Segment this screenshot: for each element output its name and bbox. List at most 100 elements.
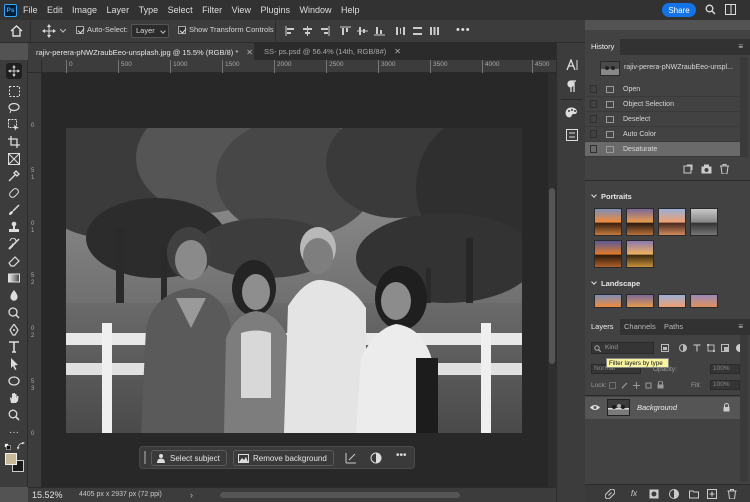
menu-view[interactable]: View [232,5,251,15]
new-layer-icon[interactable] [707,489,717,499]
brush-tool-icon[interactable] [6,202,22,218]
layer-row-background[interactable]: Background [585,397,740,419]
properties-panel-icon[interactable] [564,127,579,142]
filter-adjustment-icon[interactable] [679,344,687,352]
color-panel-icon[interactable] [564,105,579,120]
close-icon[interactable]: ✕ [394,47,401,56]
layer-style-icon[interactable]: fx [629,488,639,498]
foreground-color-swatch[interactable] [5,453,17,465]
layer-name[interactable]: Background [637,403,677,412]
hand-tool-icon[interactable] [6,390,22,406]
more-tools-icon[interactable]: ··· [6,424,22,440]
eraser-tool-icon[interactable] [6,253,22,269]
distribute-vertical-icon[interactable] [412,26,423,36]
link-layers-icon[interactable] [605,489,615,499]
menu-plugins[interactable]: Plugins [260,5,290,15]
chevron-down-icon[interactable] [60,29,66,33]
eyedropper-tool-icon[interactable] [6,168,22,184]
preset-thumbnail[interactable] [594,294,622,308]
lock-artboard-icon[interactable] [645,382,652,389]
menu-image[interactable]: Image [72,5,97,15]
scrollbar-thumb[interactable] [549,188,555,364]
collapse-icon[interactable]: ≡ [738,42,743,51]
visibility-eye-icon[interactable] [590,404,600,411]
opacity-field[interactable]: 100% [710,364,740,374]
horizontal-ruler[interactable]: 0 500 1000 1500 2000 2500 3000 3500 4000… [42,60,556,73]
character-panel-icon[interactable] [564,57,579,72]
document-dimensions[interactable]: 4405 px x 2937 px (72 ppi) [79,491,162,498]
landscape-header[interactable]: Landscape [592,279,640,288]
pen-tool-icon[interactable] [6,322,22,338]
blur-tool-icon[interactable] [6,288,22,304]
trash-icon[interactable] [727,489,737,499]
preset-thumbnail[interactable] [690,294,718,308]
move-tool-icon[interactable] [42,24,56,38]
preset-thumbnail[interactable] [626,294,654,308]
type-tool-icon[interactable] [6,339,22,355]
align-middle-icon[interactable] [357,26,368,36]
add-mask-icon[interactable] [649,489,659,499]
drag-handle[interactable] [144,451,147,464]
history-step-object-selection[interactable]: Object Selection [585,97,740,112]
document-tab-active[interactable]: rajiv-perera-pNWZraubEeo-unsplash.jpg @ … [28,43,254,60]
filter-pixel-icon[interactable] [661,344,669,352]
filter-kind-dropdown[interactable]: Kind [591,342,654,354]
lasso-tool-icon[interactable] [6,100,22,116]
fill-field[interactable]: 100% [710,380,740,390]
menu-filter[interactable]: Filter [202,5,222,15]
distribute-horizontal-icon[interactable] [429,26,440,36]
frame-tool-icon[interactable] [6,151,22,167]
menu-file[interactable]: File [23,5,38,15]
camera-icon[interactable] [701,164,712,174]
remove-background-button[interactable]: Remove background [233,450,334,466]
chevron-right-icon[interactable]: › [190,490,193,500]
preset-thumbnail[interactable] [594,240,622,268]
lock-brush-icon[interactable] [621,382,628,389]
menu-window[interactable]: Window [299,5,331,15]
lock-position-icon[interactable] [633,382,640,389]
preset-thumbnail[interactable] [658,294,686,308]
align-right-icon[interactable] [319,26,330,36]
new-group-icon[interactable] [689,489,699,499]
zoom-tool-icon[interactable] [6,407,22,423]
marquee-tool-icon[interactable] [6,83,22,99]
clone-stamp-tool-icon[interactable] [6,219,22,235]
menu-edit[interactable]: Edit [47,5,63,15]
ellipse-tool-icon[interactable] [6,373,22,389]
close-icon[interactable]: ✕ [246,48,253,57]
align-bottom-icon[interactable] [374,26,385,36]
adjustment-icon[interactable] [370,452,382,464]
document-image[interactable] [66,128,522,433]
tab-paths[interactable]: Paths [658,319,689,335]
auto-select-dropdown[interactable]: Layer [131,24,169,38]
menu-type[interactable]: Type [139,5,159,15]
portraits-header[interactable]: Portraits [592,192,632,201]
tab-channels[interactable]: Channels [618,319,662,335]
layers-scrollbar[interactable] [740,335,748,482]
menu-select[interactable]: Select [168,5,193,15]
swap-colors-icon[interactable] [17,442,25,450]
object-selection-tool-icon[interactable] [6,117,22,133]
show-transform-controls-checkbox[interactable]: Show Transform Controls [178,25,274,35]
horizontal-scrollbar-thumb[interactable] [220,492,460,498]
panel-menu-icon[interactable]: ≡ [738,322,743,331]
align-top-icon[interactable] [340,26,351,36]
document-tab-inactive[interactable]: SS- ps.psd @ 56.4% (14th, RGB/8#) ✕ [256,43,416,60]
filter-smart-object-icon[interactable] [721,344,729,352]
dodge-tool-icon[interactable] [6,305,22,321]
more-options-icon[interactable]: ••• [456,24,471,36]
search-icon[interactable] [705,4,716,15]
filter-type-icon[interactable] [693,344,701,352]
tab-layers[interactable]: Layers [585,319,620,335]
default-colors-icon[interactable] [4,443,11,450]
zoom-level[interactable]: 15.52% [32,490,63,500]
tab-history[interactable]: History [585,39,621,55]
select-subject-button[interactable]: Select subject [151,450,227,466]
preset-thumbnail[interactable] [658,208,686,236]
more-options-icon[interactable]: ••• [396,450,407,461]
workspace-icon[interactable] [725,4,736,15]
paragraph-panel-icon[interactable] [564,78,579,93]
history-step-open[interactable]: Open [585,82,740,97]
lock-all-icon[interactable] [657,381,664,389]
distribute-icon[interactable] [395,26,406,36]
